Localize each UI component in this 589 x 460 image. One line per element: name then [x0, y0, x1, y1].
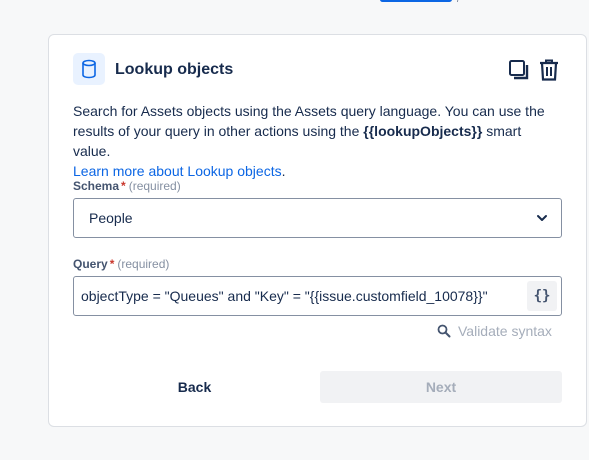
lookup-objects-card: Lookup objects Search for Assets objects…: [48, 34, 587, 427]
top-tab-indicator[interactable]: [380, 0, 452, 2]
schema-select-value: People: [89, 210, 133, 226]
query-input-value: objectType = "Queues" and "Key" = "{{iss…: [81, 288, 488, 304]
duplicate-button[interactable]: [506, 57, 532, 83]
top-caret-icon: /: [457, 0, 460, 4]
query-label-text: Query: [73, 257, 108, 271]
schema-label-text: Schema: [73, 179, 120, 193]
page: / Lookup objects: [0, 0, 589, 460]
query-input[interactable]: objectType = "Queues" and "Key" = "{{iss…: [73, 276, 562, 316]
query-required-star: *: [109, 257, 115, 271]
query-label: Query * (required): [73, 257, 169, 271]
delete-button[interactable]: [536, 57, 562, 83]
chevron-down-icon: [537, 215, 547, 221]
search-icon: [437, 324, 451, 338]
database-icon: [73, 53, 105, 85]
card-header: Lookup objects: [73, 53, 562, 87]
next-button[interactable]: Next: [320, 371, 562, 403]
smart-value: {{lookupObjects}}: [363, 123, 483, 139]
smart-value-braces-button[interactable]: {}: [527, 281, 557, 311]
duplicate-icon: [509, 60, 529, 80]
schema-select[interactable]: People: [73, 198, 562, 238]
trash-icon: [540, 59, 558, 81]
card-title: Lookup objects: [115, 61, 234, 78]
query-required-text: (required): [117, 257, 170, 271]
validate-syntax-button[interactable]: Validate syntax: [437, 323, 552, 339]
schema-required-star: *: [121, 179, 126, 193]
schema-label: Schema * (required): [73, 179, 181, 193]
learn-more-link[interactable]: Learn more about Lookup objects: [73, 163, 282, 179]
description-text-3: .: [281, 163, 286, 179]
card-description: Search for Assets objects using the Asse…: [73, 101, 553, 181]
back-button[interactable]: Back: [73, 371, 316, 403]
schema-required-text: (required): [128, 179, 181, 193]
validate-syntax-label: Validate syntax: [458, 323, 552, 339]
